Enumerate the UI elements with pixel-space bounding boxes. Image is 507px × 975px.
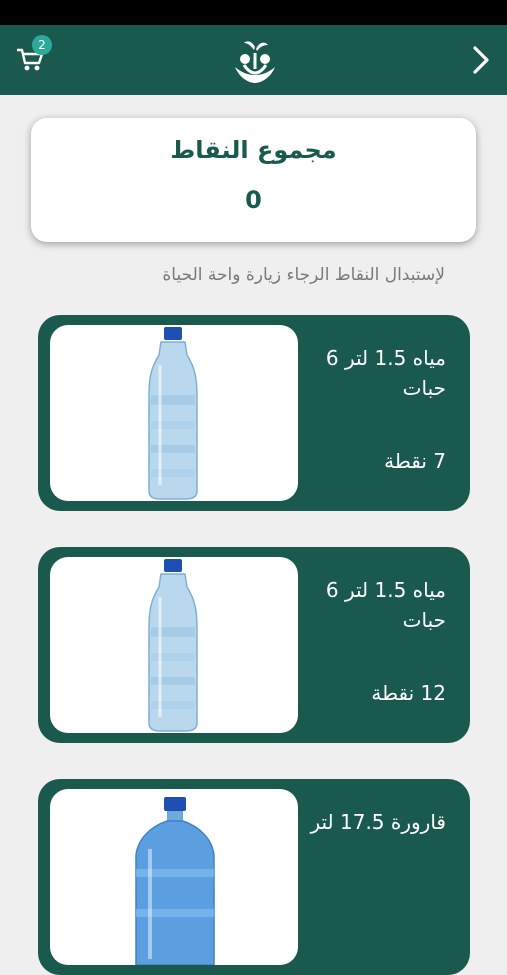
product-name: قارورة 17.5 لتر xyxy=(310,810,446,834)
cart-button[interactable]: 2 xyxy=(14,35,54,81)
product-image xyxy=(50,557,298,733)
points-total-title: مجموع النقاط xyxy=(170,136,337,164)
product-card[interactable]: قارورة 17.5 لتر xyxy=(38,779,470,975)
product-image xyxy=(50,325,298,501)
points-total-card: مجموع النقاط 0 xyxy=(31,118,476,242)
product-points: 7 نقطة xyxy=(384,449,446,473)
points-total-value: 0 xyxy=(245,186,262,214)
water-bottle-icon xyxy=(148,327,198,500)
product-name: مياه 1.5 لتر 6 حبات xyxy=(325,578,446,632)
product-card[interactable]: مياه 1.5 لتر 6 حبات 7 نقطة xyxy=(38,315,470,511)
product-name: مياه 1.5 لتر 6 حبات xyxy=(325,346,446,400)
cart-count-badge: 2 xyxy=(32,35,52,55)
product-card[interactable]: مياه 1.5 لتر 6 حبات 12 نقطة xyxy=(38,547,470,743)
water-bottle-icon xyxy=(148,559,198,732)
product-image xyxy=(50,789,298,965)
status-bar xyxy=(0,0,507,25)
chevron-right-icon[interactable] xyxy=(466,43,496,77)
redeem-note: لإستبدال النقاط الرجاء زيارة واحة الحياة xyxy=(162,265,445,285)
app-bar: 2 xyxy=(0,25,507,95)
logo xyxy=(235,41,275,83)
water-gallon-icon xyxy=(135,797,215,965)
product-points: 12 نقطة xyxy=(371,681,446,705)
